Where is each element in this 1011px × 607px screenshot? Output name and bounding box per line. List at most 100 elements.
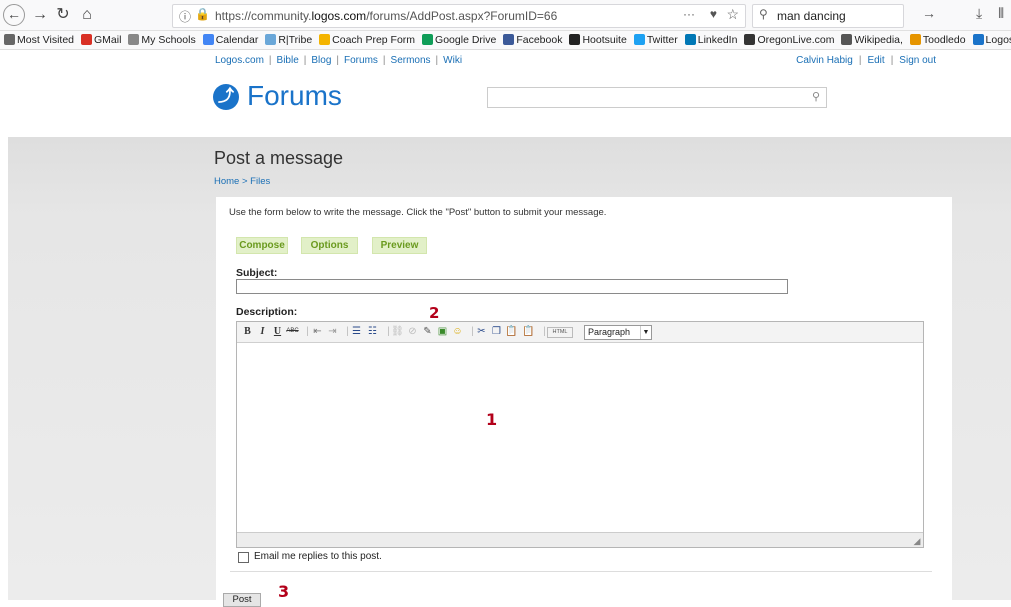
cut-icon[interactable]: ✂	[475, 325, 488, 338]
bookmark-icon	[684, 34, 696, 45]
address-bar[interactable]: ⓘ 🔒 https://community.logos.com/forums/A…	[172, 4, 746, 28]
bookmark-label: Toodledo	[922, 34, 966, 46]
bookmark-label: Logos Forun	[985, 34, 1011, 46]
top-nav-link[interactable]: Blog	[311, 55, 331, 66]
editor-statusbar: ◢	[237, 532, 923, 547]
bookmark-item[interactable]: My Schools	[128, 31, 196, 49]
bookmark-item[interactable]: Facebook	[503, 31, 562, 49]
edit-profile-link[interactable]: Edit	[867, 55, 884, 66]
logo-text: Forums	[247, 80, 342, 111]
bookmark-icon	[202, 34, 214, 45]
back-icon[interactable]: ←	[3, 4, 25, 26]
nav-separator: |	[382, 55, 386, 66]
unlink-icon[interactable]: ⊘	[406, 325, 419, 338]
bookmark-icon	[633, 34, 645, 45]
top-nav-link[interactable]: Sermons	[391, 55, 431, 66]
bookmark-item[interactable]: Coach Prep Form	[319, 31, 415, 49]
bookmark-item[interactable]: Twitter	[633, 31, 678, 49]
bookmark-item[interactable]: Toodledo	[909, 31, 966, 49]
link-icon[interactable]: ⛓	[391, 325, 404, 338]
bookmark-icon	[744, 34, 756, 45]
top-nav: Logos.com | Bible | Blog | Forums | Sermons | Wiki	[215, 55, 462, 66]
top-nav-link[interactable]: Forums	[344, 55, 378, 66]
top-nav-link[interactable]: Bible	[277, 55, 299, 66]
paste-icon[interactable]: 📋	[505, 325, 518, 338]
nav-separator: |	[268, 55, 272, 66]
bookmark-icon	[319, 34, 331, 45]
paste-word-icon[interactable]: 📋	[522, 325, 535, 338]
breadcrumb[interactable]: Home > Files	[214, 176, 270, 187]
search-icon[interactable]: ⚲	[812, 90, 820, 103]
tab-preview[interactable]: Preview	[372, 237, 427, 254]
top-nav-link[interactable]: Wiki	[443, 55, 462, 66]
user-nav: Calvin Habig | Edit | Sign out	[796, 55, 936, 66]
bookmark-label: LinkedIn	[697, 34, 738, 46]
bookmark-label: Calendar	[215, 34, 259, 46]
subject-input[interactable]	[236, 279, 788, 294]
site-search-input[interactable]: ⚲	[487, 87, 827, 108]
more-icon[interactable]: ···	[683, 7, 695, 21]
bookmark-icon	[4, 34, 15, 45]
bookmark-icon	[909, 34, 921, 45]
sign-out-link[interactable]: Sign out	[899, 55, 936, 66]
logo-icon: ⤴	[213, 84, 239, 110]
bookmark-label: Coach Prep Form	[332, 34, 416, 46]
bookmark-item[interactable]: Google Drive	[422, 31, 496, 49]
library-icon[interactable]: ⦀	[998, 5, 1004, 22]
bullet-list-icon[interactable]: ☰	[350, 325, 363, 338]
annotation-marker-2: 2	[429, 304, 440, 322]
italic-icon[interactable]: I	[256, 325, 269, 338]
attachment-icon[interactable]: ✎	[421, 325, 434, 338]
forward-icon[interactable]: →	[29, 4, 51, 26]
bookmark-label: Most Visited	[17, 34, 74, 46]
html-source-icon[interactable]: HTML	[547, 327, 573, 338]
nav-separator: |	[336, 55, 340, 66]
bookmark-item[interactable]: Logos Forun	[972, 31, 1011, 49]
bookmark-item[interactable]: Wikipedia,	[841, 31, 903, 49]
email-replies-label: Email me replies to this post.	[254, 551, 382, 562]
browser-search-input[interactable]: ⚲ man dancing	[752, 4, 904, 28]
editor-toolbar: B I U ABC | ⇤ ⇥ | ☰ ☷ | ⛓ ⊘ ✎ ▣ ☺ | ✂ ❐ …	[237, 322, 923, 343]
post-button[interactable]: Post	[223, 593, 261, 607]
bookmark-icon	[81, 34, 92, 45]
home-icon[interactable]: ⌂	[76, 4, 98, 26]
numbered-list-icon[interactable]: ☷	[366, 325, 379, 338]
pocket-icon[interactable]: ♥	[710, 7, 717, 21]
resize-handle-icon[interactable]: ◢	[912, 536, 922, 546]
info-icon[interactable]: ⓘ	[179, 8, 191, 25]
tab-options[interactable]: Options	[301, 237, 358, 254]
copy-icon[interactable]: ❐	[490, 325, 503, 338]
bookmark-item[interactable]: OregonLive.com	[744, 31, 834, 49]
tab-compose[interactable]: Compose	[236, 237, 288, 254]
form-instructions: Use the form below to write the message.…	[229, 207, 607, 218]
description-label: Description:	[236, 306, 298, 318]
emoticon-icon[interactable]: ☺	[451, 325, 464, 338]
image-icon[interactable]: ▣	[436, 325, 449, 338]
bookmark-item[interactable]: GMail	[81, 31, 121, 49]
indent-icon[interactable]: ⇥	[326, 325, 339, 338]
bookmark-label: Facebook	[516, 34, 563, 46]
bookmark-star-icon[interactable]: ☆	[726, 6, 739, 23]
top-nav-link[interactable]: Logos.com	[215, 55, 264, 66]
search-icon: ⚲	[759, 7, 768, 21]
bold-icon[interactable]: B	[241, 325, 254, 338]
download-icon[interactable]: ⤓	[976, 5, 982, 22]
description-editor[interactable]: B I U ABC | ⇤ ⇥ | ☰ ☷ | ⛓ ⊘ ✎ ▣ ☺ | ✂ ❐ …	[236, 321, 924, 548]
bookmark-item[interactable]: Calendar	[202, 31, 259, 49]
search-go-icon[interactable]: →	[922, 5, 936, 21]
user-name-link[interactable]: Calvin Habig	[796, 55, 853, 66]
nav-separator: |	[435, 55, 439, 66]
page-title: Post a message	[214, 148, 344, 168]
bookmark-item[interactable]: R|Tribe	[265, 31, 312, 49]
outdent-icon[interactable]: ⇤	[311, 325, 324, 338]
strikethrough-icon[interactable]: ABC	[286, 325, 299, 338]
format-select[interactable]: Paragraph ▼	[584, 325, 652, 340]
reload-icon[interactable]: ↻	[52, 4, 74, 26]
bookmark-label: OregonLive.com	[757, 34, 835, 46]
underline-icon[interactable]: U	[271, 325, 284, 338]
bookmark-item[interactable]: Most Visited	[4, 31, 74, 49]
lock-icon[interactable]: 🔒	[195, 7, 210, 21]
bookmark-item[interactable]: Hootsuite	[569, 31, 627, 49]
bookmark-item[interactable]: LinkedIn	[684, 31, 738, 49]
email-replies-checkbox[interactable]	[238, 552, 249, 563]
